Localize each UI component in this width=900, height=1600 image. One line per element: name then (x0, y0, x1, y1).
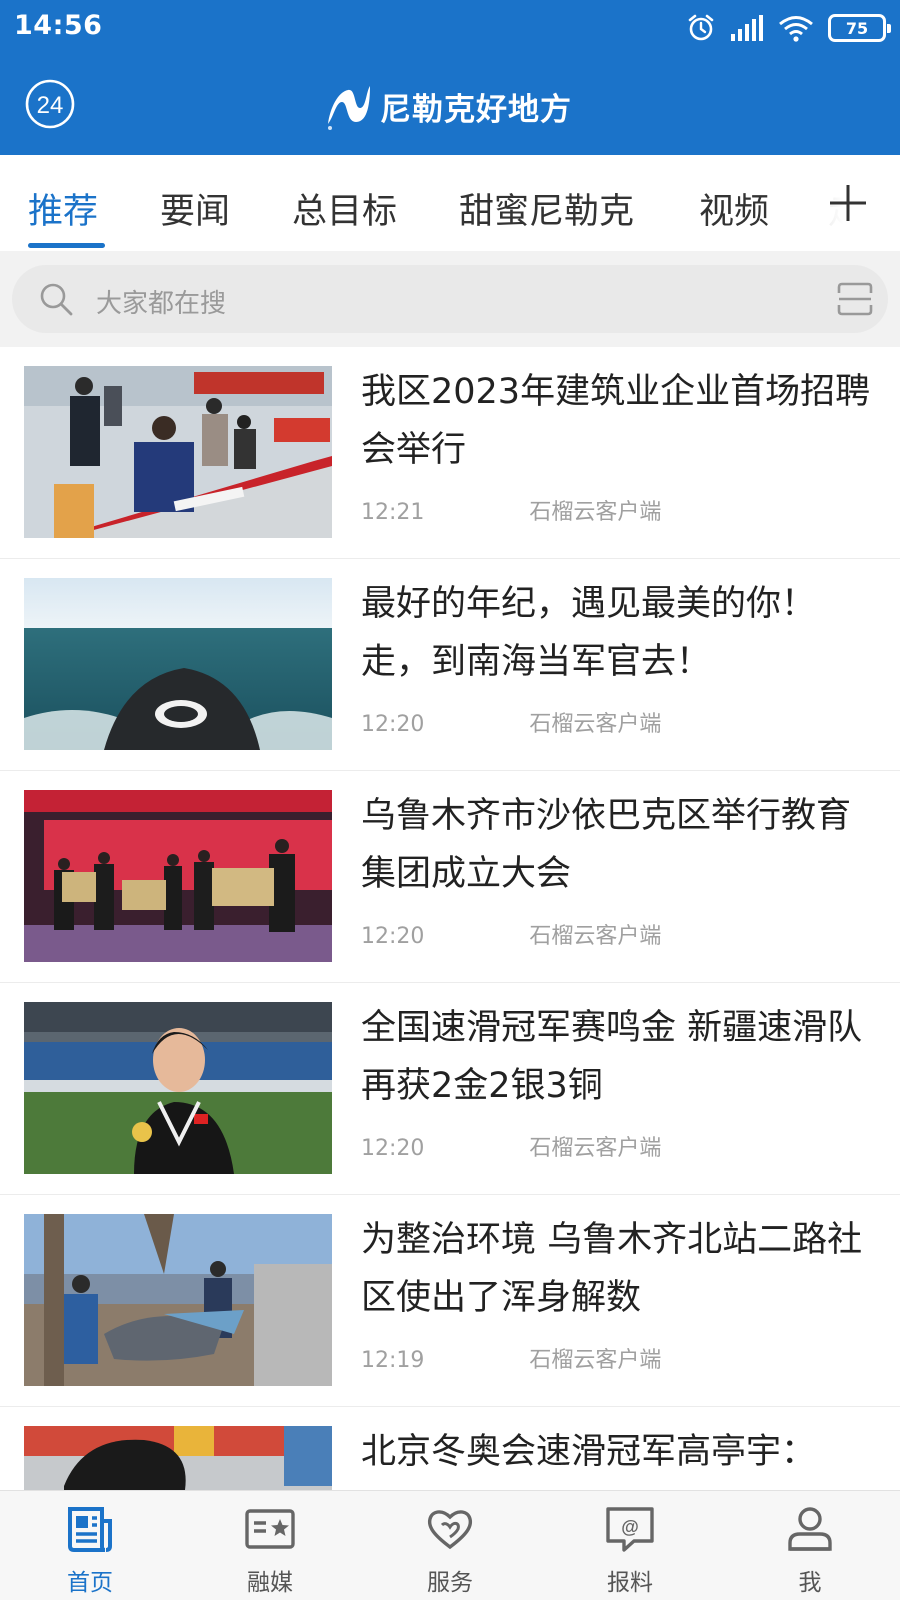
news-meta: 12:20 石榴云客户端 (361, 706, 661, 738)
svg-text:@: @ (621, 1517, 639, 1537)
heart-icon (427, 1510, 473, 1550)
battery-indicator: 75 (828, 14, 891, 42)
media-icon (245, 1509, 295, 1549)
news-thumbnail (24, 578, 332, 750)
submarine-photo (24, 578, 332, 750)
signal-icon (731, 15, 763, 41)
nav-home-label: 首页 (67, 1570, 113, 1596)
badge-24-text: 24 (37, 92, 64, 119)
ceremony-photo (24, 790, 332, 962)
nav-services-label: 服务 (427, 1570, 473, 1596)
tab-recommend[interactable]: 推荐 (28, 183, 98, 234)
news-item[interactable]: 为整治环境 乌鲁木齐北站二路社区使出了浑身解数 12:19 石榴云客户端 (0, 1195, 900, 1407)
news-source: 石榴云客户端 (529, 712, 662, 737)
active-tab-indicator (28, 243, 105, 248)
search-placeholder: 大家都在搜 (96, 289, 227, 319)
news-source: 石榴云客户端 (529, 1136, 662, 1161)
scan-icon[interactable] (836, 281, 874, 317)
bottom-navigation: 首页 融媒 服务 @ 报料 我 (0, 1490, 900, 1600)
app-logo: 尼勒克好地方 (320, 78, 572, 134)
news-title: 乌鲁木齐市沙依巴克区举行教育集团成立大会 (361, 796, 852, 894)
24h-button[interactable]: 24 (24, 78, 76, 130)
tab-overall-goal[interactable]: 总目标 (292, 183, 397, 234)
search-icon (40, 283, 73, 316)
news-title: 全国速滑冠军赛鸣金 新疆速滑队再获2金2银3铜 (361, 1008, 863, 1106)
battery-level: 75 (845, 18, 869, 38)
clock-24-icon: 24 (25, 79, 75, 129)
status-bar: 14:56 75 (0, 0, 900, 56)
nav-report-label: 报料 (607, 1570, 653, 1596)
search-area: 大家都在搜 (0, 251, 900, 347)
nav-media-label: 融媒 (247, 1570, 293, 1596)
app-header: 24 尼勒克好地方 (0, 56, 900, 155)
news-meta: 12:19 石榴云客户端 (361, 1342, 661, 1374)
community-cleanup-photo (24, 1214, 332, 1386)
report-icon: @ (606, 1507, 654, 1552)
app-brand-name: 尼勒克好地方 (380, 91, 572, 128)
news-title: 为整治环境 乌鲁木齐北站二路社区使出了浑身解数 (361, 1220, 863, 1318)
wifi-icon (779, 16, 813, 42)
news-source: 石榴云客户端 (529, 1348, 662, 1373)
news-time: 12:20 (361, 1136, 425, 1161)
news-source: 石榴云客户端 (529, 500, 662, 525)
news-title: 最好的年纪，遇见最美的你！走，到南海当军官去！ (361, 584, 817, 682)
news-time: 12:19 (361, 1348, 425, 1373)
news-time: 12:20 (361, 712, 425, 737)
status-icons: 75 (686, 12, 891, 44)
tab-video[interactable]: 视频 (699, 183, 769, 234)
news-thumbnail (24, 1002, 332, 1174)
nav-profile-label: 我 (798, 1570, 822, 1596)
top-bar: 14:56 75 24 尼勒克好地方 (0, 0, 900, 155)
news-item[interactable]: 全国速滑冠军赛鸣金 新疆速滑队再获2金2银3铜 12:20 石榴云客户端 (0, 983, 900, 1195)
news-title: 我区2023年建筑业企业首场招聘会举行 (361, 372, 871, 470)
news-thumbnail (24, 1426, 332, 1490)
search-input[interactable]: 大家都在搜 (12, 265, 888, 333)
nav-home[interactable]: 首页 (0, 1491, 180, 1600)
news-list: 我区2023年建筑业企业首场招聘会举行 12:21 石榴云客户端 最好的年纪，遇… (0, 347, 900, 1490)
news-item[interactable]: 乌鲁木齐市沙依巴克区举行教育集团成立大会 12:20 石榴云客户端 (0, 771, 900, 983)
nav-media[interactable]: 融媒 (180, 1491, 360, 1600)
news-source: 石榴云客户端 (529, 924, 662, 949)
nav-services[interactable]: 服务 (360, 1491, 540, 1600)
person-icon (788, 1507, 832, 1551)
logo-mark-icon (328, 86, 370, 130)
tab-headlines[interactable]: 要闻 (160, 183, 230, 234)
add-channel-icon[interactable] (826, 181, 870, 225)
news-time: 12:21 (361, 500, 425, 525)
tab-sweet-nilka[interactable]: 甜蜜尼勒克 (459, 183, 634, 234)
news-meta: 12:21 石榴云客户端 (361, 494, 661, 526)
skater-portrait-photo (24, 1426, 332, 1490)
speed-skater-photo (24, 1002, 332, 1174)
channel-tabs: 推荐 要闻 总目标 甜蜜尼勒克 视频 走进 (0, 155, 900, 251)
news-meta: 12:20 石榴云客户端 (361, 918, 661, 950)
nav-profile[interactable]: 我 (720, 1491, 900, 1600)
news-thumbnail (24, 1214, 332, 1386)
news-item[interactable]: 北京冬奥会速滑冠军高亭宇： (0, 1407, 900, 1490)
news-thumbnail (24, 790, 332, 962)
news-meta: 12:20 石榴云客户端 (361, 1130, 661, 1162)
nav-report[interactable]: @ 报料 (540, 1491, 720, 1600)
news-time: 12:20 (361, 924, 425, 949)
news-title: 北京冬奥会速滑冠军高亭宇： (361, 1432, 817, 1472)
alarm-icon (688, 14, 714, 41)
status-time: 14:56 (14, 10, 103, 41)
news-item[interactable]: 最好的年纪，遇见最美的你！走，到南海当军官去！ 12:20 石榴云客户端 (0, 559, 900, 771)
news-icon (68, 1507, 112, 1552)
news-thumbnail (24, 366, 332, 538)
news-item[interactable]: 我区2023年建筑业企业首场招聘会举行 12:21 石榴云客户端 (0, 347, 900, 559)
job-fair-photo (24, 366, 332, 538)
